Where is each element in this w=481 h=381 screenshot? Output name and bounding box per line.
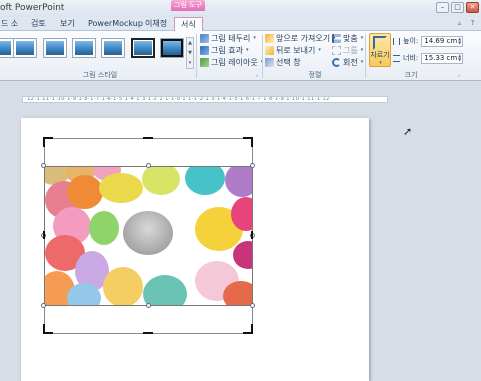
- tab-format[interactable]: 서식: [174, 17, 203, 32]
- resize-handle[interactable]: [250, 163, 255, 168]
- picture-style-gallery: ▲ ▼ ▾: [0, 34, 194, 69]
- title-bar: oft PowerPoint 그림 도구 – □ ✕: [0, 0, 481, 17]
- style-thumb[interactable]: [72, 38, 96, 58]
- height-row: 높이: 14.69 cm ▲ ▼: [393, 35, 464, 47]
- style-thumb[interactable]: [0, 38, 14, 58]
- horizontal-ruler: ·12·1·11·1·10·1·9·1·8·1·7·1·6·1·5·1·4·1·…: [22, 96, 388, 103]
- height-icon: [393, 37, 400, 45]
- crop-handle[interactable]: [251, 231, 253, 239]
- resize-handle[interactable]: [146, 163, 151, 168]
- resize-handle[interactable]: [146, 303, 151, 308]
- crop-handle[interactable]: [251, 324, 253, 334]
- ribbon: ▲▼▾ 그림 테두리▾ 그림 효과▾ 그림 레이아웃▾ 그림 스타일 ⌟ 앞으로…: [0, 31, 481, 81]
- crop-handle[interactable]: [43, 137, 45, 147]
- style-thumb[interactable]: [43, 38, 67, 58]
- style-thumb[interactable]: [160, 38, 184, 58]
- group-label-picture-styles: 그림 스타일: [82, 71, 118, 79]
- picture-border-icon: [200, 34, 209, 43]
- tab-powermockup[interactable]: PowerMockup: [88, 17, 143, 31]
- style-thumb[interactable]: [131, 38, 155, 58]
- group-icon: [332, 46, 341, 55]
- bring-forward-icon: [265, 34, 274, 43]
- tab-design[interactable]: 드 소: [1, 17, 18, 31]
- align-icon: [332, 34, 341, 43]
- tab-view[interactable]: 보기: [60, 17, 75, 31]
- selection-pane-icon: [265, 58, 274, 67]
- rotate-icon: [332, 58, 341, 67]
- ruler-marks: ·12·1·11·1·10·1·9·1·8·1·7·1·6·1·5·1·4·1·…: [25, 96, 332, 102]
- group-separator: [365, 34, 366, 78]
- crop-handle[interactable]: [43, 231, 45, 239]
- maximize-icon[interactable]: □: [451, 2, 464, 13]
- window-controls: – □ ✕: [436, 2, 479, 13]
- group-label-size: 크기: [404, 71, 418, 79]
- picture-layout-button[interactable]: 그림 레이아웃▾: [200, 57, 263, 68]
- style-thumb[interactable]: [13, 38, 37, 58]
- style-thumb[interactable]: [101, 38, 125, 58]
- send-backward-icon: [265, 46, 274, 55]
- width-input[interactable]: 15.33 cm ▲ ▼: [421, 52, 464, 64]
- width-row: 너비: 15.33 cm ▲ ▼: [393, 52, 464, 64]
- spin-arrows-icon[interactable]: ▲ ▼: [458, 53, 461, 62]
- window-title: oft PowerPoint: [0, 3, 65, 13]
- help-icon[interactable]: ?: [468, 19, 477, 28]
- group-separator: [196, 34, 197, 78]
- crop-button[interactable]: 자르기 ▾: [369, 33, 391, 67]
- tabs-right-controls: ▵ ?: [455, 19, 477, 28]
- rotate-button[interactable]: 회전 ▾: [332, 57, 363, 68]
- tab-user[interactable]: 이재정: [145, 17, 167, 31]
- crop-icon: [373, 36, 387, 50]
- group-button[interactable]: 그룹 ▾: [332, 45, 363, 56]
- ribbon-tabs: 드 소 검토 보기 PowerMockup 이재정 서식 ▵ ?: [0, 17, 481, 32]
- picture-layout-icon: [200, 58, 209, 67]
- picture-effects-button[interactable]: 그림 효과 ▾: [200, 45, 249, 56]
- group-label-arrange: 정렬: [308, 71, 322, 79]
- mouse-pointer-icon: ➚: [403, 125, 413, 138]
- height-input[interactable]: 14.69 cm ▲ ▼: [421, 35, 464, 47]
- crop-handle[interactable]: [143, 137, 153, 139]
- picture-border-button[interactable]: 그림 테두리 ▾: [200, 33, 256, 44]
- resize-handle[interactable]: [250, 303, 255, 308]
- crop-handle[interactable]: [43, 324, 45, 334]
- picture-tools-context-label: 그림 도구: [171, 0, 205, 11]
- bring-forward-button[interactable]: 앞으로 가져오기▾: [265, 33, 336, 44]
- crop-handle[interactable]: [251, 137, 253, 147]
- collapse-ribbon-icon[interactable]: ▵: [455, 19, 464, 28]
- selection-pane-button[interactable]: 선택 창: [265, 57, 301, 68]
- resize-handle[interactable]: [41, 303, 46, 308]
- close-icon[interactable]: ✕: [466, 2, 479, 13]
- minimize-icon[interactable]: –: [436, 2, 449, 13]
- tab-review[interactable]: 검토: [31, 17, 46, 31]
- dialog-launcher-icon[interactable]: ⌟: [255, 71, 258, 78]
- spin-arrows-icon[interactable]: ▲ ▼: [458, 36, 461, 45]
- resize-handle[interactable]: [41, 163, 46, 168]
- dialog-launcher-icon[interactable]: ⌟: [457, 71, 460, 78]
- picture-effects-icon: [200, 46, 209, 55]
- align-button[interactable]: 맞춤 ▾: [332, 33, 363, 44]
- crop-handle[interactable]: [143, 332, 153, 334]
- group-separator: [262, 34, 263, 78]
- send-backward-button[interactable]: 뒤로 보내기 ▾: [265, 45, 321, 56]
- width-icon: [393, 54, 400, 62]
- macaron-picture[interactable]: [44, 166, 253, 306]
- gallery-scroll[interactable]: ▲ ▼ ▾: [186, 37, 194, 69]
